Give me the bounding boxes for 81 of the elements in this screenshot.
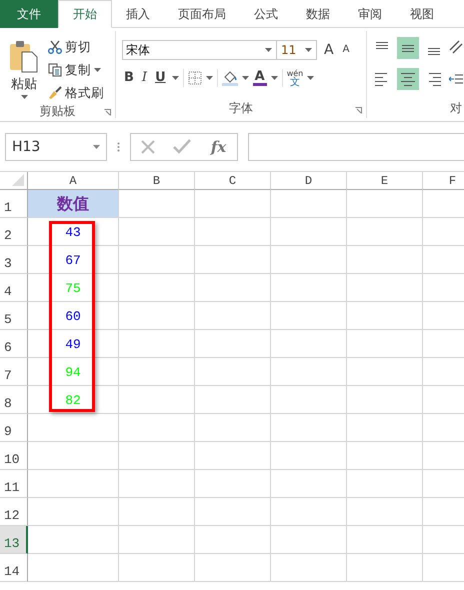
align-lines-icon [374, 73, 388, 86]
cut-button[interactable]: 剪切 [48, 37, 104, 57]
shrink-font-button[interactable]: A [340, 42, 352, 58]
ribbon-tab[interactable]: 审阅 [344, 0, 396, 28]
row-header[interactable]: 6 [0, 330, 28, 358]
font-color-button[interactable]: A [252, 70, 267, 86]
caret-icon [94, 68, 101, 72]
fill-color-icon[interactable] [222, 69, 238, 87]
column-header[interactable]: E [347, 172, 423, 190]
caret-icon [305, 48, 312, 52]
ribbon-tab[interactable]: 开始 [58, 0, 112, 28]
column-header[interactable]: F [423, 172, 464, 190]
table-cell: 数值 [28, 190, 119, 218]
caret-icon [242, 76, 249, 80]
row-header[interactable]: 13 [0, 526, 28, 554]
row-header[interactable]: 14 [0, 554, 28, 582]
table-cell: 60 [28, 302, 119, 330]
dialog-launcher-icon[interactable] [104, 109, 111, 116]
paste-button[interactable]: 粘贴 [8, 33, 40, 103]
grow-font-button[interactable]: A [322, 42, 336, 58]
formula-input[interactable] [248, 132, 464, 160]
brush-icon [48, 86, 62, 100]
file-tab[interactable]: 文件 [0, 0, 58, 28]
bold-button[interactable]: B [122, 70, 136, 86]
row-header[interactable]: 8 [0, 386, 28, 414]
caret-icon [270, 76, 278, 80]
group-label: 字体 [229, 100, 253, 116]
column-header[interactable]: B [119, 172, 195, 190]
scissors-icon [48, 40, 62, 54]
underline-button[interactable]: U [153, 70, 168, 86]
caret-icon [307, 76, 314, 80]
copy-button[interactable]: 复制 [48, 60, 104, 80]
row-header[interactable]: 11 [0, 470, 28, 498]
row-header[interactable]: 3 [0, 246, 28, 274]
align-lines-icon [376, 42, 388, 49]
row-header[interactable]: 10 [0, 442, 28, 470]
phonetic-guide-button[interactable]: wén 文 [286, 69, 304, 87]
table-cell: 43 [28, 218, 119, 246]
italic-button[interactable]: I [140, 70, 150, 86]
row-header[interactable]: 7 [0, 358, 28, 386]
borders-icon[interactable] [188, 71, 202, 85]
column-header[interactable]: D [271, 172, 347, 190]
font-size-dropdown[interactable]: 11 [277, 40, 317, 60]
group-label: 对 [450, 100, 462, 116]
table-cell: 75 [28, 274, 119, 302]
align-lines-icon [400, 73, 416, 86]
drag-handle-icon[interactable] [117, 142, 120, 152]
insert-function-button[interactable]: fx [208, 138, 228, 156]
orientation-icon[interactable] [449, 40, 463, 56]
font-name-dropdown[interactable]: 宋体 [122, 40, 277, 60]
row-header[interactable]: 5 [0, 302, 28, 330]
name-box[interactable]: H13 [5, 132, 107, 160]
caret-icon [20, 95, 28, 99]
ribbon-tab[interactable]: 页面布局 [164, 0, 240, 28]
dialog-launcher-icon[interactable] [355, 107, 362, 114]
check-icon[interactable] [173, 138, 192, 154]
table-cell: 67 [28, 246, 119, 274]
caret-icon [172, 76, 179, 80]
table-cell: 82 [28, 386, 119, 414]
align-button[interactable] [397, 68, 419, 90]
ribbon-tab[interactable]: 视图 [396, 0, 448, 28]
table-cell: 94 [28, 358, 119, 386]
clipboard-icon [9, 39, 39, 73]
row-header[interactable]: 4 [0, 274, 28, 302]
caret-icon [93, 144, 100, 148]
ribbon-tab[interactable]: 数据 [292, 0, 344, 28]
align-lines-icon [428, 48, 440, 55]
ribbon-tab[interactable]: 插入 [112, 0, 164, 28]
caret-icon [206, 76, 213, 80]
format-painter-button[interactable]: 格式刷 [48, 83, 104, 103]
align-lines-icon [428, 73, 442, 86]
row-header[interactable]: 9 [0, 414, 28, 442]
align-lines-icon [402, 45, 414, 52]
group-label: 剪贴板 [40, 103, 76, 120]
ribbon-tab[interactable]: 公式 [240, 0, 292, 28]
table-cell: 49 [28, 330, 119, 358]
row-header[interactable]: 2 [0, 218, 28, 246]
caret-icon [265, 48, 272, 52]
column-header[interactable]: C [195, 172, 271, 190]
copy-icon [48, 63, 62, 77]
align-button[interactable] [397, 37, 419, 59]
